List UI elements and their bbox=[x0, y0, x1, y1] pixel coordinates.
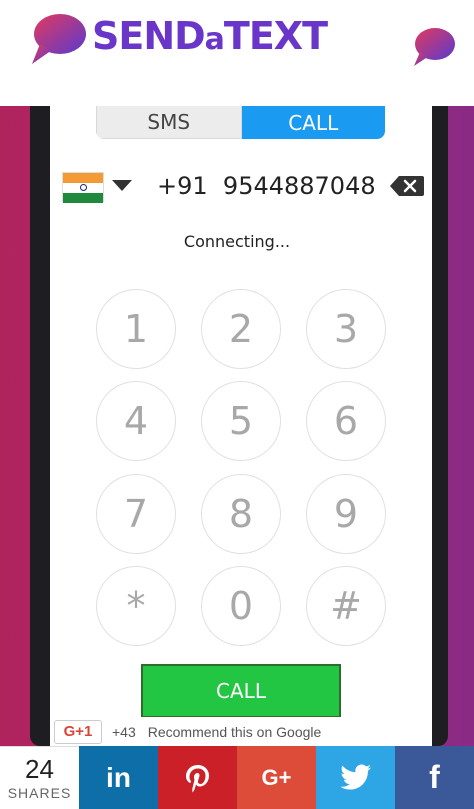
twitter-share-button[interactable] bbox=[316, 746, 395, 809]
logo-text-text: TEXT bbox=[223, 14, 328, 58]
chevron-down-icon[interactable] bbox=[112, 180, 132, 191]
share-label: SHARES bbox=[7, 785, 72, 801]
share-bar: 24 SHARES in G+ f bbox=[0, 746, 474, 809]
phone-number-display: +91 9544887048 bbox=[157, 172, 376, 200]
logo-text-send: SEND bbox=[92, 14, 206, 58]
tab-sms[interactable]: SMS bbox=[96, 106, 242, 139]
share-counter: 24 SHARES bbox=[0, 746, 79, 809]
keypad-key[interactable]: * bbox=[96, 566, 176, 646]
logo-bubble-icon bbox=[32, 14, 86, 64]
keypad-key[interactable]: 2 bbox=[201, 289, 281, 369]
call-status: Connecting... bbox=[183, 232, 291, 251]
dialed-number: 9544887048 bbox=[222, 172, 376, 200]
pinterest-share-button[interactable] bbox=[158, 746, 237, 809]
india-flag-icon[interactable] bbox=[62, 172, 104, 203]
google-plus-icon: G+ bbox=[261, 764, 292, 790]
google-plus-count: +43 bbox=[112, 723, 136, 740]
google-plus-text: Recommend this on Google bbox=[147, 723, 322, 740]
google-plus-one-button[interactable]: G+1 bbox=[54, 719, 102, 744]
logo-text: SENDaTEXT bbox=[92, 14, 328, 58]
keypad-key[interactable]: 8 bbox=[201, 474, 281, 554]
backspace-icon[interactable] bbox=[390, 175, 424, 197]
keypad-key[interactable]: 3 bbox=[306, 289, 386, 369]
keypad-key[interactable]: 0 bbox=[201, 566, 281, 646]
keypad-key[interactable]: 6 bbox=[306, 381, 386, 461]
mode-tabs: SMS CALL bbox=[96, 106, 385, 139]
keypad-key[interactable]: 1 bbox=[96, 289, 176, 369]
keypad-key[interactable]: 9 bbox=[306, 474, 386, 554]
share-count: 24 bbox=[25, 754, 54, 784]
pinterest-icon bbox=[185, 764, 209, 792]
site-logo[interactable]: SENDaTEXT bbox=[30, 12, 328, 66]
keypad-key[interactable]: 4 bbox=[96, 381, 176, 461]
linkedin-share-button[interactable]: in bbox=[79, 746, 158, 809]
facebook-share-button[interactable]: f bbox=[395, 746, 474, 809]
site-header: SENDaTEXT bbox=[0, 0, 474, 106]
google-plus-bar: G+1 +43 Recommend this on Google bbox=[50, 717, 432, 746]
facebook-icon: f bbox=[429, 759, 440, 795]
country-code: +91 bbox=[157, 172, 208, 200]
keypad-key[interactable]: 5 bbox=[201, 381, 281, 461]
logo-text-a: a bbox=[204, 22, 225, 57]
linkedin-icon: in bbox=[106, 761, 131, 793]
chat-bubble-icon[interactable] bbox=[411, 26, 457, 68]
keypad-key[interactable]: 7 bbox=[96, 474, 176, 554]
keypad-key[interactable]: # bbox=[306, 566, 386, 646]
google-plus-share-button[interactable]: G+ bbox=[237, 746, 316, 809]
tab-call[interactable]: CALL bbox=[241, 106, 385, 139]
twitter-icon bbox=[339, 764, 371, 789]
call-button[interactable]: CALL bbox=[141, 664, 341, 718]
